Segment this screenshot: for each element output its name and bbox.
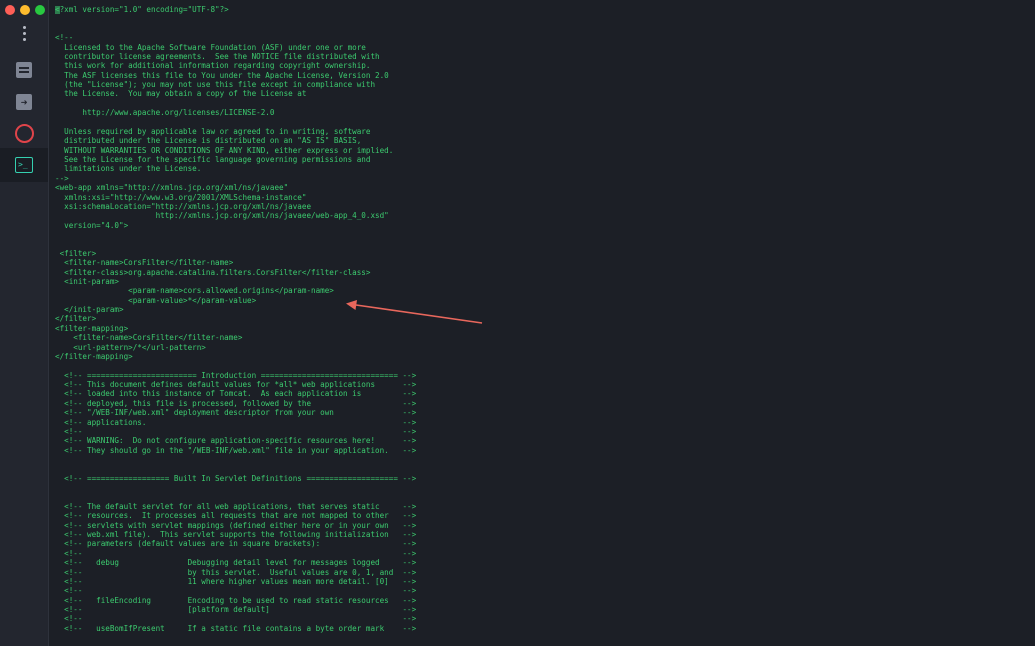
code-line: (the "License"); you may not use this fi… xyxy=(55,80,376,89)
code-line: <!-- The default servlet for all web app… xyxy=(55,501,417,511)
code-line: See the License for the specific languag… xyxy=(55,155,371,164)
code-line: <!-- ======================== Introducti… xyxy=(55,370,417,380)
code-line: <!-- loaded into this instance of Tomcat… xyxy=(55,389,417,399)
code-line: <!-- servlets with servlet mappings (def… xyxy=(55,520,417,530)
code-text: <?xml version="1.0" encoding="UTF-8"?> <… xyxy=(55,5,1025,633)
code-line: limitations under the License. xyxy=(55,164,202,174)
code-line: contributor license agreements. See the … xyxy=(55,51,380,61)
code-line: <!-- They should go in the "/WEB-INF/web… xyxy=(55,445,417,455)
code-line: </init-param> xyxy=(55,305,124,314)
code-line: version="4.0"> xyxy=(55,220,129,230)
code-line: <filter-mapping> xyxy=(55,323,129,333)
terminal-button[interactable]: >_ xyxy=(0,148,48,182)
code-line: distributed under the License is distrib… xyxy=(55,136,362,146)
maximize-window-button[interactable] xyxy=(35,5,45,15)
code-line: <!-- WARNING: Do not configure applicati… xyxy=(55,436,417,446)
code-line: <filter-name>CorsFilter</filter-name> xyxy=(55,258,234,268)
code-line: --> xyxy=(55,173,69,183)
code-line: the License. You may obtain a copy of th… xyxy=(55,89,307,99)
forward-arrow-icon: ➜ xyxy=(16,94,32,110)
record-button[interactable] xyxy=(0,118,48,148)
code-line: <!-- debug Debugging detail level for me… xyxy=(55,558,417,568)
code-line: <!-- This document defines default value… xyxy=(55,380,417,389)
terminal-icon: >_ xyxy=(15,157,33,173)
code-line: </filter-mapping> xyxy=(55,351,133,361)
code-line: <!-- applications. --> xyxy=(55,417,417,427)
code-line: <!-- "/WEB-INF/web.xml" deployment descr… xyxy=(55,408,417,418)
vertical-dots-icon xyxy=(22,24,26,42)
close-window-button[interactable] xyxy=(5,5,15,15)
code-line: <web-app xmlns="http://xmlns.jcp.org/xml… xyxy=(55,183,289,193)
code-line: http://www.apache.org/licenses/LICENSE-2… xyxy=(55,108,275,118)
menu-button[interactable] xyxy=(0,18,48,48)
record-circle-icon xyxy=(14,123,34,143)
code-line: <!-- deployed, this file is processed, f… xyxy=(55,398,417,408)
code-line: <?xml version="1.0" encoding="UTF-8"?> xyxy=(55,5,229,14)
code-line: <!-- --> xyxy=(55,614,417,624)
code-line: <!-- resources. It processes all request… xyxy=(55,511,417,521)
code-line: <!-- fileEncoding Encoding to be used to… xyxy=(55,595,417,605)
code-line: <param-name>cors.allowed.origins</param-… xyxy=(55,286,334,296)
code-line: WITHOUT WARRANTIES OR CONDITIONS OF ANY … xyxy=(55,145,394,155)
code-line: <filter-name>CorsFilter</filter-name> xyxy=(55,333,243,343)
code-line: <!-- xyxy=(55,33,74,43)
code-line: <!-- --> xyxy=(55,548,417,558)
code-editor[interactable]: <?xml version="1.0" encoding="UTF-8"?> <… xyxy=(55,5,1025,641)
code-line: this work for additional information reg… xyxy=(55,61,371,71)
code-line: Unless required by applicable law or agr… xyxy=(55,126,371,136)
forward-button[interactable]: ➜ xyxy=(0,87,48,117)
code-line: <filter> xyxy=(55,248,97,258)
code-line: <!-- --> xyxy=(55,586,417,596)
code-line: Licensed to the Apache Software Foundati… xyxy=(55,42,366,52)
code-line: <!-- useBomIfPresent If a static file co… xyxy=(55,623,417,633)
code-line: <filter-class>org.apache.catalina.filter… xyxy=(55,267,371,277)
code-line: <!-- by this servlet. Useful values are … xyxy=(55,567,417,577)
code-line: <!-- 11 where higher values mean more de… xyxy=(55,576,417,586)
code-line: http://xmlns.jcp.org/xml/ns/javaee/web-a… xyxy=(55,211,389,221)
server-button[interactable] xyxy=(0,55,48,85)
sidebar: ➜ >_ xyxy=(0,0,49,646)
code-line: <!-- ================== Built In Servlet… xyxy=(55,473,417,483)
text-cursor xyxy=(55,6,60,14)
code-line: The ASF licenses this file to You under … xyxy=(55,70,389,80)
minimize-window-button[interactable] xyxy=(20,5,30,15)
code-line: xsi:schemaLocation="http://xmlns.jcp.org… xyxy=(55,201,312,211)
code-line: <!-- --> xyxy=(55,426,417,436)
code-line: <!-- parameters (default values are in s… xyxy=(55,539,417,549)
code-line: xmlns:xsi="http://www.w3.org/2001/XMLSch… xyxy=(55,192,307,202)
code-line: <init-param> xyxy=(55,276,120,286)
code-line: <!-- [platform default] --> xyxy=(55,605,417,614)
code-line: <url-pattern>/*</url-pattern> xyxy=(55,342,206,352)
code-line: </filter> xyxy=(55,314,97,324)
code-line: <!-- web.xml file). This servlet support… xyxy=(55,530,417,539)
server-icon xyxy=(16,62,32,78)
code-line: <param-value>*</param-value> xyxy=(55,295,257,305)
